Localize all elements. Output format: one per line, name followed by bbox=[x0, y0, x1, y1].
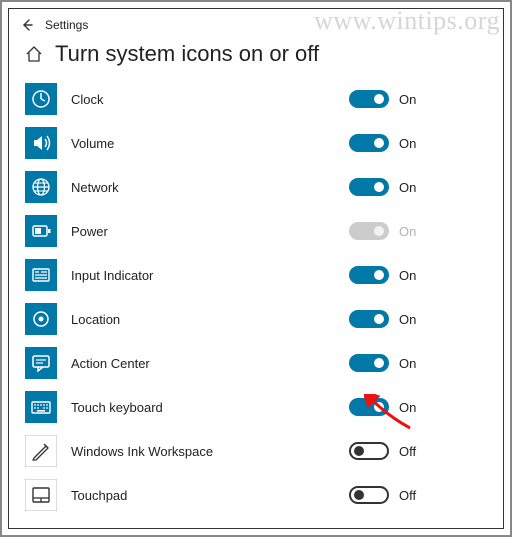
setting-label-windows-ink: Windows Ink Workspace bbox=[71, 444, 213, 459]
setting-row-action-center: Action Center On bbox=[25, 341, 489, 385]
toggle-touchpad[interactable] bbox=[349, 486, 389, 504]
app-title: Settings bbox=[45, 18, 88, 32]
touch-keyboard-icon bbox=[25, 391, 57, 423]
toggle-state-location: On bbox=[399, 312, 416, 327]
setting-label-volume: Volume bbox=[71, 136, 114, 151]
setting-label-network: Network bbox=[71, 180, 119, 195]
setting-label-input-indicator: Input Indicator bbox=[71, 268, 153, 283]
network-icon bbox=[25, 171, 57, 203]
settings-list: ClockOnVolumeOnNetworkOnPowerOnInput Ind… bbox=[9, 77, 503, 531]
toggle-input-indicator[interactable] bbox=[349, 266, 389, 284]
toggle-state-windows-ink: Off bbox=[399, 444, 416, 459]
toggle-state-volume: On bbox=[399, 136, 416, 151]
toggle-state-input-indicator: On bbox=[399, 268, 416, 283]
setting-row-windows-ink: Windows Ink Workspace Off bbox=[25, 429, 489, 473]
toggle-volume[interactable] bbox=[349, 134, 389, 152]
setting-row-volume: Volume On bbox=[25, 121, 489, 165]
back-button[interactable] bbox=[19, 17, 35, 33]
toggle-clock[interactable] bbox=[349, 90, 389, 108]
toggle-action-center[interactable] bbox=[349, 354, 389, 372]
toggle-state-power: On bbox=[399, 224, 416, 239]
toggle-state-clock: On bbox=[399, 92, 416, 107]
action-center-icon bbox=[25, 347, 57, 379]
toggle-state-touchpad: Off bbox=[399, 488, 416, 503]
title-bar: Settings bbox=[9, 9, 503, 37]
setting-label-action-center: Action Center bbox=[71, 356, 150, 371]
location-icon bbox=[25, 303, 57, 335]
setting-row-network: Network On bbox=[25, 165, 489, 209]
setting-row-power: Power On bbox=[25, 209, 489, 253]
power-icon bbox=[25, 215, 57, 247]
setting-row-clock: Clock On bbox=[25, 77, 489, 121]
toggle-state-touch-keyboard: On bbox=[399, 400, 416, 415]
toggle-network[interactable] bbox=[349, 178, 389, 196]
setting-label-clock: Clock bbox=[71, 92, 104, 107]
touchpad-icon bbox=[25, 479, 57, 511]
clock-icon bbox=[25, 83, 57, 115]
toggle-power bbox=[349, 222, 389, 240]
setting-row-location: Location On bbox=[25, 297, 489, 341]
setting-row-touchpad: Touchpad Off bbox=[25, 473, 489, 517]
toggle-touch-keyboard[interactable] bbox=[349, 398, 389, 416]
ink-icon bbox=[25, 435, 57, 467]
input-indicator-icon bbox=[25, 259, 57, 291]
toggle-state-network: On bbox=[399, 180, 416, 195]
setting-row-input-indicator: Input Indicator On bbox=[25, 253, 489, 297]
setting-label-location: Location bbox=[71, 312, 120, 327]
toggle-state-action-center: On bbox=[399, 356, 416, 371]
volume-icon bbox=[25, 127, 57, 159]
setting-label-touch-keyboard: Touch keyboard bbox=[71, 400, 163, 415]
setting-row-touch-keyboard: Touch keyboard On bbox=[25, 385, 489, 429]
toggle-windows-ink[interactable] bbox=[349, 442, 389, 460]
setting-label-touchpad: Touchpad bbox=[71, 488, 127, 503]
home-icon[interactable] bbox=[25, 45, 43, 63]
page-title: Turn system icons on or off bbox=[55, 41, 319, 67]
page-header: Turn system icons on or off bbox=[9, 37, 503, 77]
setting-label-power: Power bbox=[71, 224, 108, 239]
toggle-location[interactable] bbox=[349, 310, 389, 328]
